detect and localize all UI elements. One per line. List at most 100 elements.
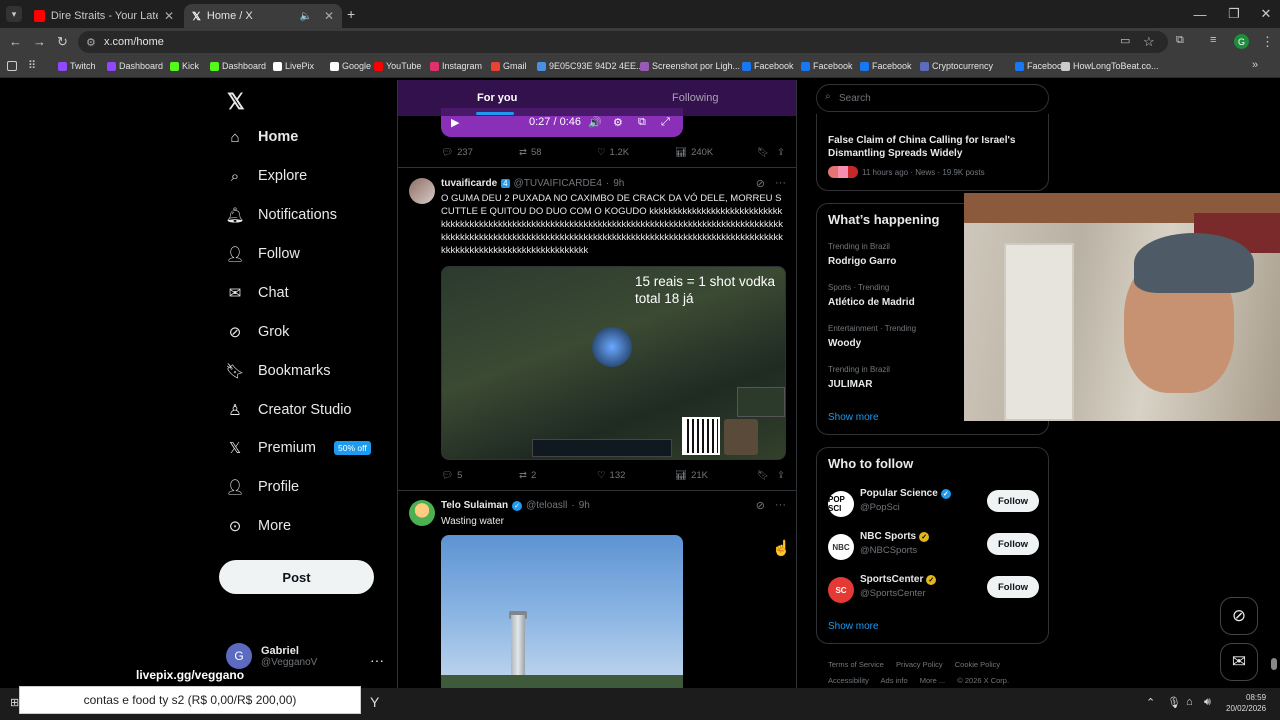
account-more-icon[interactable]: ··· xyxy=(370,652,384,668)
avatar[interactable]: NBC xyxy=(828,534,854,560)
follow-suggestion-name[interactable]: Popular Science ✓ xyxy=(860,488,951,499)
install-icon[interactable]: ▭ xyxy=(1120,34,1130,47)
bookmark-item[interactable]: Screenshot por Ligh... xyxy=(640,61,740,71)
url-bar[interactable]: ⚙ x.com/home xyxy=(78,31,1168,53)
bookmark-item[interactable]: Gmail xyxy=(491,61,527,71)
close-icon[interactable]: ✕ xyxy=(324,9,334,23)
bookmark-item[interactable]: Facebook xyxy=(1015,61,1067,71)
bookmark-item[interactable]: Facebook xyxy=(801,61,853,71)
author-handle[interactable]: @teloasll xyxy=(526,500,567,511)
nav-item-explore[interactable]: ⌕ Explore xyxy=(226,167,307,185)
bookmark-item[interactable]: YouTube xyxy=(374,61,421,71)
bookmark-icon[interactable]: 🔖︎ xyxy=(757,147,777,158)
follow-button[interactable]: Follow xyxy=(987,490,1039,512)
bookmark-item[interactable]: HowLongToBeat.co... xyxy=(1061,61,1159,71)
tab-x-home[interactable]: 𝕏 Home / X 🔈 ✕ xyxy=(184,4,342,28)
menu-icon[interactable]: ⋮ xyxy=(1261,34,1274,50)
tweet-video[interactable]: 15 reais = 1 shot vodka total 18 já xyxy=(441,266,786,460)
volume-icon[interactable]: 🔊 xyxy=(588,116,602,129)
nav-item-bookmarks[interactable]: 🔖︎ Bookmarks xyxy=(225,362,330,380)
apps-grid-icon[interactable]: ⠿ xyxy=(28,59,36,72)
messages-fab-icon[interactable]: ✉ xyxy=(1220,643,1258,681)
tab-for-you[interactable]: For you xyxy=(477,92,517,104)
media-icon[interactable]: ≡ xyxy=(1210,34,1216,46)
bookmark-item[interactable]: Facebook xyxy=(860,61,912,71)
like-button[interactable]: ♡ 1.2K xyxy=(597,147,675,158)
window-close-button[interactable]: ✕ xyxy=(1246,0,1280,28)
extensions-icon[interactable]: ⧉ xyxy=(1176,34,1184,47)
nav-item-notifications[interactable]: 🔔︎ Notifications xyxy=(225,206,337,224)
tab-youtube[interactable]: Dire Straits - Your Latest Trick ( ✕ xyxy=(26,4,182,28)
footer-link[interactable]: Terms of Service xyxy=(828,660,884,669)
more-icon[interactable]: ··· xyxy=(775,177,786,190)
reload-icon[interactable]: ↻ xyxy=(57,34,68,50)
bookmark-item[interactable]: LivePix xyxy=(273,61,314,71)
views-button[interactable]: 📊︎ 240K xyxy=(675,147,757,158)
back-icon[interactable]: ← xyxy=(9,34,22,49)
tweet-time[interactable]: 9h xyxy=(579,500,590,511)
bookmark-item[interactable]: Instagram xyxy=(430,61,482,71)
x-logo-icon[interactable]: 𝕏 xyxy=(227,89,245,115)
mic-icon[interactable]: 🎙︎ xyxy=(1167,696,1181,709)
more-icon[interactable]: ··· xyxy=(775,499,786,512)
bookmark-item[interactable]: Google xyxy=(330,61,371,71)
bookmark-item[interactable]: Kick xyxy=(170,61,199,71)
app-icon[interactable]: Y xyxy=(370,694,379,710)
trend-name[interactable]: Atlético de Madrid xyxy=(828,297,915,308)
repost-button[interactable]: ⇄ 58 xyxy=(519,147,597,158)
bookmark-item[interactable]: Cryptocurrency xyxy=(920,61,993,71)
post-button[interactable]: Post xyxy=(219,560,374,594)
grok-icon[interactable]: ⊘ xyxy=(756,177,765,190)
reply-button[interactable]: 💬︎ 5 xyxy=(441,470,519,481)
bookmarks-overflow-icon[interactable]: » xyxy=(1252,59,1258,71)
tweet-time[interactable]: 9h xyxy=(613,178,624,189)
grok-fab-icon[interactable]: ⊘ xyxy=(1220,597,1258,635)
nav-item-creator-studio[interactable]: ♙ Creator Studio xyxy=(226,401,351,419)
nav-item-home[interactable]: ⌂ Home xyxy=(226,128,298,146)
site-info-icon[interactable]: ⚙ xyxy=(86,36,96,49)
volume-icon[interactable]: 🔊︎ xyxy=(1204,696,1211,709)
reply-button[interactable]: 💬︎ 237 xyxy=(441,147,519,158)
nav-item-grok[interactable]: ⊘ Grok xyxy=(226,323,290,341)
news-title[interactable]: False Claim of China Calling for Israel'… xyxy=(828,134,1038,160)
footer-link[interactable]: © 2026 X Corp. xyxy=(957,676,1009,685)
avatar[interactable] xyxy=(409,178,435,204)
bookmark-icon[interactable]: 🔖︎ xyxy=(757,470,777,481)
nav-item-chat[interactable]: ✉ Chat xyxy=(226,284,289,302)
repost-button[interactable]: ⇄ 2 xyxy=(519,470,597,481)
footer-link[interactable]: Cookie Policy xyxy=(955,660,1000,669)
nav-item-more[interactable]: ⊙ More xyxy=(226,517,291,535)
show-more-link[interactable]: Show more xyxy=(828,621,879,632)
share-icon[interactable]: ⇪ xyxy=(777,147,785,158)
tab-search-button[interactable]: ▾ xyxy=(6,6,22,22)
follow-button[interactable]: Follow xyxy=(987,576,1039,598)
follow-suggestion-name[interactable]: SportsCenter ✓ xyxy=(860,574,937,585)
fullscreen-icon[interactable]: ⤢ xyxy=(661,116,670,129)
pip-icon[interactable]: ⧉ xyxy=(638,116,646,129)
footer-link[interactable]: More ... xyxy=(920,676,945,685)
system-clock[interactable]: 08:59 20/02/2026 xyxy=(1226,692,1266,714)
profile-avatar[interactable]: G xyxy=(1234,34,1249,49)
bookmark-item[interactable]: 9E05C93E 94D2 4EE... xyxy=(537,61,644,71)
start-icon[interactable]: ⊞ xyxy=(10,696,19,709)
bookmark-square-icon[interactable] xyxy=(7,61,17,71)
tab-following[interactable]: Following xyxy=(672,92,718,104)
scrollbar[interactable] xyxy=(1271,658,1277,670)
new-tab-button[interactable]: + xyxy=(347,6,355,22)
avatar[interactable] xyxy=(409,500,435,526)
play-icon[interactable]: ▶ xyxy=(451,116,459,129)
share-icon[interactable]: ⇪ xyxy=(777,470,785,481)
like-button[interactable]: ♡ 132 xyxy=(597,470,675,481)
author-handle[interactable]: @TUVAIFICARDE4 xyxy=(514,178,602,189)
settings-icon[interactable]: ⚙ xyxy=(613,116,623,129)
views-button[interactable]: 📊︎ 21K xyxy=(675,470,757,481)
avatar[interactable]: POP SCI xyxy=(828,491,854,517)
nav-item-profile[interactable]: 👤︎ Profile xyxy=(225,478,299,496)
trend-name[interactable]: JULIMAR xyxy=(828,379,872,390)
author-name[interactable]: Telo Sulaiman xyxy=(441,500,508,511)
avatar[interactable]: SC xyxy=(828,577,854,603)
forward-icon[interactable]: → xyxy=(33,34,46,49)
bookmark-item[interactable]: Facebook xyxy=(742,61,794,71)
network-icon[interactable]: ⌂ xyxy=(1186,696,1193,708)
account-switcher[interactable]: G Gabriel @VegganoV xyxy=(226,643,317,669)
